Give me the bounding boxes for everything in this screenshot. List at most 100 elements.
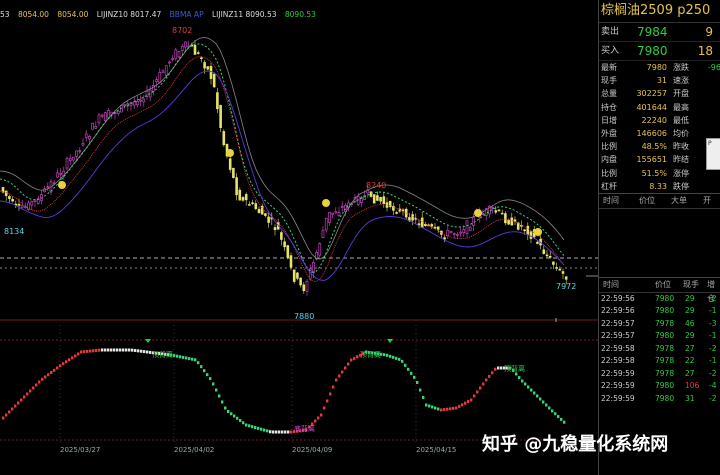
oscillator-bar bbox=[326, 399, 329, 403]
candle-body bbox=[68, 158, 72, 161]
candle-body bbox=[241, 197, 245, 201]
oscillator-bar bbox=[107, 348, 110, 352]
oscillator-bar bbox=[470, 398, 473, 402]
stat-row: 外盘 146606 均价 bbox=[601, 128, 689, 138]
candle-body bbox=[59, 172, 62, 175]
oscillator-bar bbox=[557, 415, 560, 419]
stat-row: 持仓 401644 最高 bbox=[601, 102, 689, 112]
candle-body bbox=[552, 261, 555, 265]
oscillator-bar bbox=[125, 348, 128, 352]
candle-body bbox=[424, 223, 427, 227]
candle-body bbox=[222, 131, 226, 146]
candle-body bbox=[494, 210, 498, 213]
oscillator-bar bbox=[419, 388, 422, 392]
candle-body bbox=[462, 229, 466, 234]
oscillator-bar bbox=[194, 358, 197, 362]
ask-row: 卖出 7984 9 bbox=[599, 23, 720, 42]
candle-body bbox=[30, 201, 34, 206]
candle-body bbox=[449, 230, 453, 234]
oscillator-bar bbox=[245, 423, 248, 427]
ma-line-blue bbox=[0, 70, 565, 281]
price-label-left: 8134 bbox=[4, 227, 25, 236]
candle-body bbox=[340, 206, 344, 208]
oscillator-bar bbox=[554, 412, 557, 416]
tick-row: 22:59:58 7978 22 -1 bbox=[601, 356, 717, 366]
oscillator-bar bbox=[476, 390, 479, 394]
date-label: 2025/03/27 bbox=[60, 446, 101, 454]
candle-body bbox=[555, 267, 558, 269]
stat-row: 杠杆 8.33 跌停 bbox=[601, 181, 689, 191]
oscillator-bar bbox=[233, 414, 236, 418]
oscillator-bar bbox=[56, 366, 59, 370]
oscillator-bar bbox=[323, 406, 326, 410]
stats-table: 最新 7980 涨跌 -96 现手 31 速涨 总量 302257 开盘 持仓 401644 最高 日增 2… bbox=[599, 61, 720, 193]
popup-window[interactable]: P bbox=[706, 138, 720, 170]
candle-body bbox=[328, 212, 331, 223]
oscillator-bar bbox=[191, 357, 194, 361]
price-label-high: 8702 bbox=[172, 26, 193, 35]
oscillator-bar bbox=[68, 358, 71, 362]
candle-body bbox=[136, 101, 139, 106]
candle-body bbox=[251, 202, 254, 204]
candle-body bbox=[4, 190, 8, 196]
candle-body bbox=[417, 223, 421, 226]
oscillator-bar bbox=[128, 348, 131, 352]
candle-body bbox=[200, 57, 203, 60]
candle-body bbox=[446, 229, 450, 237]
contract-name: 棕榈油2509 bbox=[601, 3, 674, 18]
candle-body bbox=[286, 245, 290, 258]
candle-body bbox=[81, 142, 85, 146]
candle-body bbox=[46, 186, 50, 188]
oscillator-bar bbox=[458, 404, 461, 408]
oscillator-bar bbox=[146, 350, 149, 354]
oscillator-bar bbox=[335, 378, 338, 382]
candle-body bbox=[292, 269, 296, 282]
candle-body bbox=[155, 79, 158, 82]
candle-body bbox=[184, 41, 187, 48]
oscillator-bar bbox=[461, 403, 464, 407]
oscillator-bar bbox=[53, 368, 56, 372]
price-label-low: 7880 bbox=[294, 312, 315, 321]
candle-body bbox=[280, 232, 283, 240]
candle-body bbox=[321, 230, 325, 238]
price-label-mid: 8240 bbox=[366, 181, 387, 190]
oscillator-bar bbox=[545, 403, 548, 407]
oscillator-bar bbox=[212, 382, 215, 386]
oscillator-bar bbox=[92, 349, 95, 353]
oscillator-bar bbox=[2, 416, 5, 420]
candle-body bbox=[395, 212, 398, 214]
oscillator-bar bbox=[32, 386, 35, 390]
candle-body bbox=[267, 216, 270, 223]
oscillator-bar bbox=[542, 400, 545, 404]
oscillator-bar bbox=[95, 349, 98, 352]
chart-canvas[interactable] bbox=[0, 0, 598, 475]
oscillator-bar bbox=[500, 366, 503, 370]
oscillator-bar bbox=[314, 419, 317, 423]
oscillator-bar bbox=[536, 394, 539, 398]
candle-body bbox=[302, 284, 306, 291]
tick-row: 22:59:58 7978 27 -2 bbox=[601, 343, 717, 353]
oscillator-bar bbox=[80, 350, 83, 354]
tick-list[interactable]: 22:59:56 7980 29 -2 22:59:56 7980 29 -1 22:59:57… bbox=[599, 293, 720, 406]
oscillator-bar bbox=[257, 426, 260, 430]
candle-body bbox=[65, 158, 69, 169]
signal-top: 顶背离 bbox=[360, 351, 381, 359]
oscillator-bar bbox=[77, 352, 80, 356]
candle-body bbox=[164, 65, 168, 76]
candle-body bbox=[516, 222, 520, 230]
candle-body bbox=[180, 45, 184, 52]
stat-row: 日增 22240 最低 bbox=[601, 115, 689, 125]
candle-body bbox=[523, 229, 526, 232]
oscillator-bar bbox=[176, 354, 179, 358]
smiley-marker-icon bbox=[474, 209, 482, 217]
oscillator-bar bbox=[287, 430, 290, 434]
oscillator-bar bbox=[386, 353, 389, 357]
candle-body bbox=[148, 89, 152, 98]
oscillator-bar bbox=[278, 430, 281, 434]
legend-item: 8054.00 bbox=[57, 10, 89, 19]
oscillator-bar bbox=[266, 429, 269, 433]
kline-chart-area[interactable]: 53 8054.00 8054.00 LIJINZ10 8017.47 BBMA… bbox=[0, 0, 598, 475]
oscillator-bar bbox=[101, 348, 104, 352]
oscillator-bar bbox=[269, 430, 272, 434]
oscillator-bar bbox=[344, 366, 347, 370]
